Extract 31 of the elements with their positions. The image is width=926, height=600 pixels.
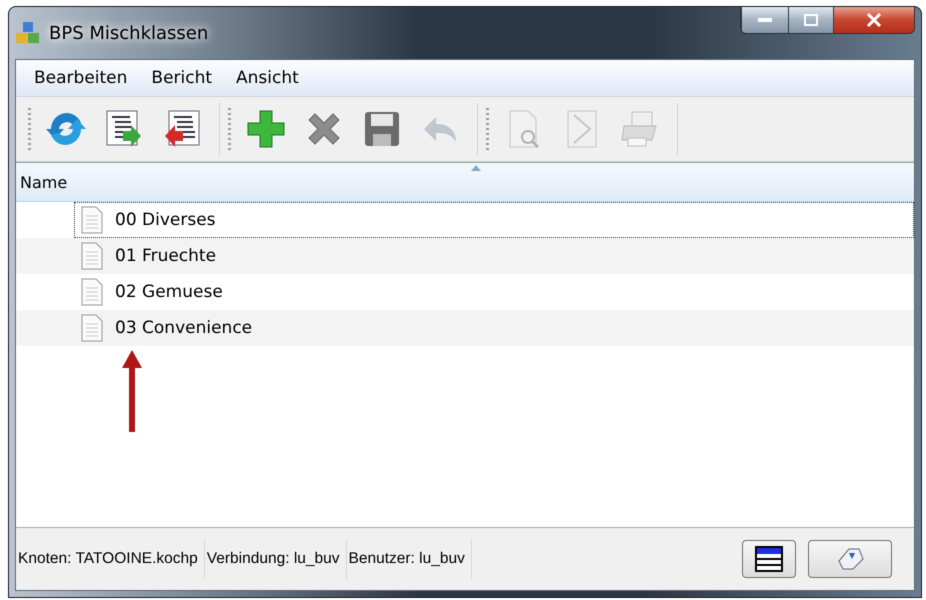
menu-item[interactable]: Bearbeiten: [24, 66, 138, 90]
menu-item[interactable]: Ansicht: [226, 66, 309, 90]
close-icon: [866, 13, 882, 27]
column-header[interactable]: Name: [16, 163, 914, 202]
list-export-icon: [163, 109, 201, 149]
row-label: 02 Gemuese: [115, 282, 223, 302]
layout-button[interactable]: [742, 540, 796, 578]
row-label: 03 Convenience: [115, 318, 252, 338]
status-text: Verbindung: lu_buv: [204, 539, 346, 579]
save-icon: [363, 110, 401, 148]
status-text: Benutzer: lu_buv: [346, 539, 472, 579]
document-icon: [81, 206, 103, 234]
maximize-icon: [804, 14, 818, 26]
add-icon: [246, 109, 286, 149]
document-icon: [81, 314, 103, 342]
status-text: Knoten: TATOOINE.kochp: [16, 539, 205, 579]
close-button[interactable]: [833, 7, 914, 33]
app-icon: [15, 21, 41, 45]
minimize-button[interactable]: [741, 7, 788, 33]
maximize-button[interactable]: [788, 7, 833, 33]
document-icon: [81, 242, 103, 270]
window-title: BPS Mischklassen: [49, 22, 208, 44]
menu-item[interactable]: Bericht: [141, 66, 222, 90]
row-label: 01 Fruechte: [115, 246, 216, 266]
minimize-icon: [758, 18, 772, 22]
row-label: 00 Diverses: [115, 210, 216, 230]
list-import-icon: [105, 109, 143, 149]
list-row[interactable]: 02 Gemuese: [74, 274, 914, 310]
document-icon: [81, 278, 103, 306]
key-button[interactable]: [808, 540, 892, 578]
layout-icon: [755, 546, 783, 572]
